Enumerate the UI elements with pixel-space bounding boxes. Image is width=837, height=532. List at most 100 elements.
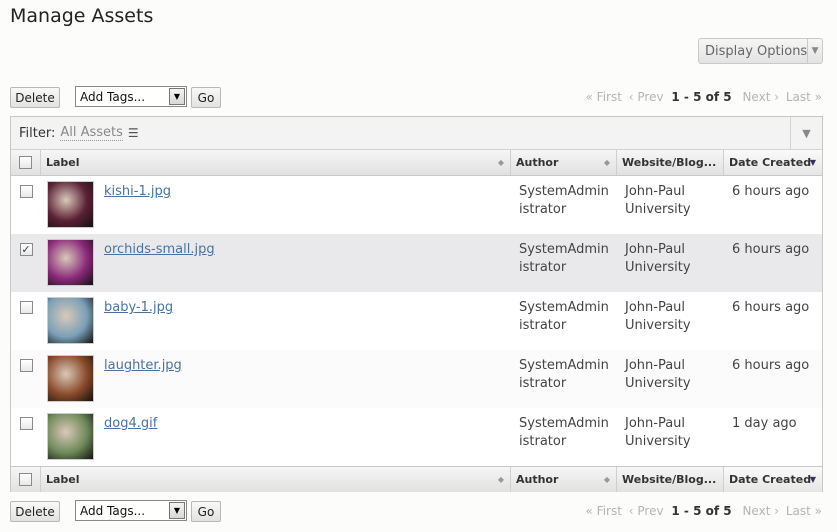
asset-thumbnail[interactable]	[47, 297, 94, 344]
go-button[interactable]: Go	[191, 501, 221, 522]
pager-last: Last »	[785, 504, 822, 518]
table-row[interactable]: ✓ orchids-small.jpg SystemAdministrator Joh…	[11, 234, 822, 292]
label-cell: laughter.jpg	[41, 350, 511, 408]
asset-link[interactable]: dog4.gif	[104, 415, 157, 466]
asset-thumbnail[interactable]	[47, 355, 94, 402]
bottom-action-bar: Delete Add Tags... ▼ Go « First ‹ Prev 1…	[10, 500, 822, 524]
site-cell: John-Paul University	[617, 292, 724, 350]
column-header-site[interactable]: Website/Blog...	[617, 150, 724, 175]
chevron-down-icon: ▼	[169, 88, 185, 105]
column-header-author[interactable]: Author ◆	[511, 150, 617, 175]
column-author-text: Author	[516, 473, 559, 486]
asset-link[interactable]: orchids-small.jpg	[104, 241, 215, 292]
select-all-checkbox[interactable]	[19, 156, 32, 169]
label-cell: orchids-small.jpg	[41, 234, 511, 292]
column-author-text: Author	[516, 156, 559, 169]
delete-button[interactable]: Delete	[10, 501, 60, 522]
asset-link[interactable]: baby-1.jpg	[104, 299, 173, 350]
row-checkbox[interactable]	[19, 417, 33, 430]
pager-first: « First	[585, 504, 622, 518]
display-options-button[interactable]: Display Options ▼	[698, 38, 823, 64]
row-checkbox[interactable]	[19, 301, 33, 314]
column-header-label[interactable]: Label ◆	[41, 150, 511, 175]
add-tags-select[interactable]: Add Tags... ▼	[75, 86, 187, 107]
row-checkbox-cell	[11, 350, 41, 408]
date-text: 1 day ago	[732, 416, 797, 431]
select-all-checkbox-footer[interactable]	[19, 473, 32, 486]
sort-desc-icon: ▼	[809, 158, 816, 167]
column-footer-author[interactable]: Author ◆	[511, 467, 617, 492]
author-cell: SystemAdministrator	[511, 292, 617, 350]
sort-icon: ◆	[603, 158, 610, 167]
site-cell: John-Paul University	[617, 234, 724, 292]
pager-prev: ‹ Prev	[628, 504, 664, 518]
chevron-down-icon: ▼	[807, 39, 822, 63]
filter-bar: Filter: All Assets ☰ ▼	[11, 117, 822, 150]
column-header-date[interactable]: Date Created ▼	[724, 150, 822, 175]
date-text: 6 hours ago	[732, 300, 810, 315]
column-label-text: Label	[46, 156, 80, 169]
author-text: SystemAdministrator	[519, 300, 609, 333]
author-text: SystemAdministrator	[519, 416, 609, 449]
site-text: John-Paul University	[625, 242, 691, 275]
pager-range: 1 - 5 of 5	[671, 504, 732, 518]
date-cell: 1 day ago	[724, 408, 822, 466]
site-cell: John-Paul University	[617, 176, 724, 234]
table-row[interactable]: baby-1.jpg SystemAdministrator John-Paul U…	[11, 292, 822, 350]
pager-prev: ‹ Prev	[628, 90, 664, 104]
row-checkbox-cell	[11, 408, 41, 466]
display-options-label: Display Options	[705, 43, 808, 59]
chevron-down-icon: ▼	[169, 502, 185, 519]
label-cell: kishi-1.jpg	[41, 176, 511, 234]
date-cell: 6 hours ago	[724, 292, 822, 350]
table-row[interactable]: laughter.jpg SystemAdministrator John-Paul…	[11, 350, 822, 408]
site-text: John-Paul University	[625, 416, 691, 449]
table-footer: Label ◆ Author ◆ Website/Blog... Date Crea…	[11, 466, 822, 492]
pager-next: Next ›	[742, 90, 780, 104]
column-footer-site[interactable]: Website/Blog...	[617, 467, 724, 492]
select-all-footer	[11, 467, 41, 492]
author-cell: SystemAdministrator	[511, 176, 617, 234]
column-footer-label[interactable]: Label ◆	[41, 467, 511, 492]
add-tags-select[interactable]: Add Tags... ▼	[75, 500, 187, 521]
select-all-header	[11, 150, 41, 175]
date-cell: 6 hours ago	[724, 350, 822, 408]
pager-last: Last »	[785, 90, 822, 104]
table-row[interactable]: dog4.gif SystemAdministrator John-Paul Uni…	[11, 408, 822, 466]
pager-next: Next ›	[742, 504, 780, 518]
assets-grid: Filter: All Assets ☰ ▼ Label ◆ Author ◆ We…	[10, 116, 823, 492]
row-checkbox-cell	[11, 292, 41, 350]
site-cell: John-Paul University	[617, 350, 724, 408]
sort-icon: ◆	[497, 158, 504, 167]
sort-icon: ◆	[497, 475, 504, 484]
row-checkbox[interactable]: ✓	[19, 243, 33, 256]
asset-thumbnail[interactable]	[47, 181, 94, 228]
column-site-text: Website/Blog...	[622, 473, 717, 486]
asset-thumbnail[interactable]	[47, 239, 94, 286]
pager-first: « First	[585, 90, 622, 104]
author-text: SystemAdministrator	[519, 358, 609, 391]
author-text: SystemAdministrator	[519, 184, 609, 217]
page-title: Manage Assets	[10, 5, 154, 27]
column-date-text: Date Created	[729, 473, 812, 486]
site-text: John-Paul University	[625, 184, 691, 217]
delete-button[interactable]: Delete	[10, 87, 60, 108]
row-checkbox-cell	[11, 176, 41, 234]
add-tags-select-value: Add Tags...	[80, 503, 146, 518]
filter-label: Filter:	[19, 125, 56, 141]
table-row[interactable]: kishi-1.jpg SystemAdministrator John-Paul …	[11, 176, 822, 234]
site-text: John-Paul University	[625, 300, 691, 333]
date-text: 6 hours ago	[732, 358, 810, 373]
column-site-text: Website/Blog...	[622, 156, 717, 169]
collapse-filter-button[interactable]: ▼	[790, 117, 822, 149]
go-button[interactable]: Go	[191, 87, 221, 108]
asset-thumbnail[interactable]	[47, 413, 94, 460]
list-icon[interactable]: ☰	[128, 126, 139, 140]
row-checkbox[interactable]	[19, 185, 33, 198]
author-cell: SystemAdministrator	[511, 234, 617, 292]
filter-value[interactable]: All Assets	[60, 125, 123, 141]
row-checkbox[interactable]	[19, 359, 33, 372]
asset-link[interactable]: laughter.jpg	[104, 357, 182, 408]
asset-link[interactable]: kishi-1.jpg	[104, 183, 171, 234]
column-footer-date[interactable]: Date Created ▼	[724, 467, 822, 492]
